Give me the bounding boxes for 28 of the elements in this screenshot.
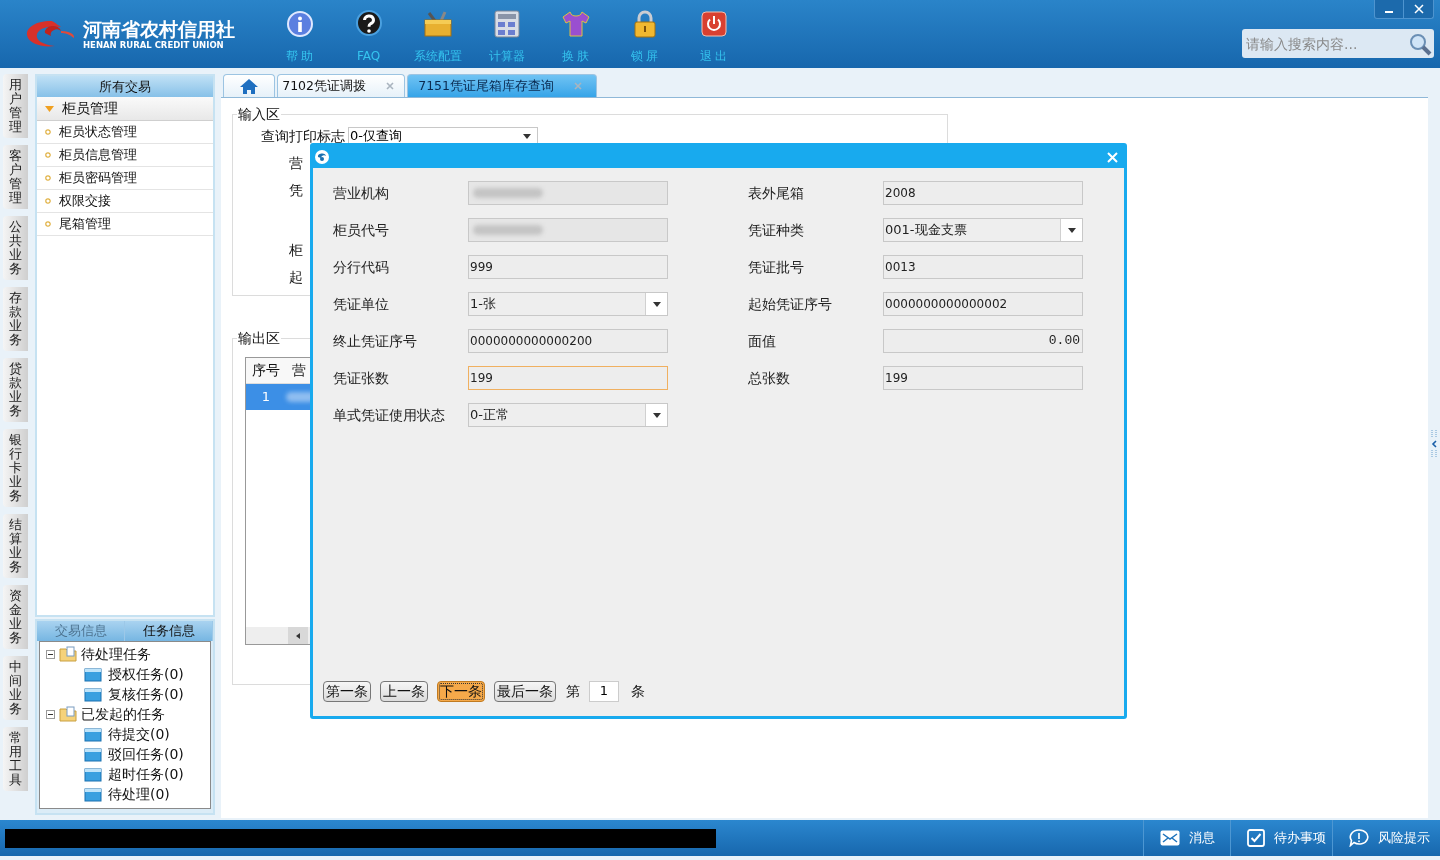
field-label: 起始凭证序号 <box>748 294 833 314</box>
page-prefix: 第 <box>566 681 580 701</box>
field-label: 表外尾箱 <box>748 183 805 203</box>
section-title: 输入区 <box>237 105 281 124</box>
field-label: 凭 <box>289 180 303 200</box>
field-label: 营 <box>289 153 303 173</box>
field-label: 凭证批号 <box>748 257 805 277</box>
field-label: 查询打印标志 <box>261 126 345 146</box>
field-label: 终止凭证序号 <box>333 331 418 351</box>
logo-title: 河南省农村信用社 <box>83 17 235 40</box>
field-label: 起 <box>289 267 303 287</box>
column-header: 序号 <box>251 361 281 380</box>
field-label: 凭证单位 <box>333 294 390 314</box>
field-label: 柜员代号 <box>333 220 390 240</box>
field-label: 面值 <box>748 331 777 351</box>
field-label: 单式凭证使用状态 <box>333 405 446 425</box>
field-label: 分行代码 <box>333 257 390 277</box>
section-title: 输出区 <box>237 329 281 348</box>
field-label: 柜 <box>289 240 303 260</box>
logo-subtitle: HENAN RURAL CREDIT UNION <box>83 39 225 51</box>
sidebar-title: 所有交易 <box>37 76 213 97</box>
field-label: 营业机构 <box>333 183 390 203</box>
table-cell-text: 1 <box>260 388 272 407</box>
field-label: 凭证种类 <box>748 220 805 240</box>
field-label: 凭证张数 <box>333 368 390 388</box>
page-suffix: 条 <box>631 681 645 701</box>
column-header: 营 <box>291 361 307 380</box>
field-label: 总张数 <box>748 368 791 388</box>
